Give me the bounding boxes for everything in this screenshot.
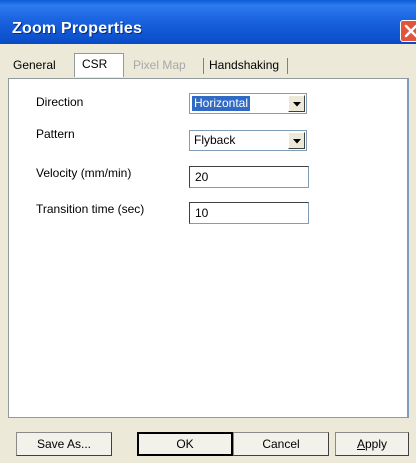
- save-as-button[interactable]: Save As...: [16, 432, 112, 456]
- ok-button[interactable]: OK: [137, 432, 233, 456]
- apply-label: pply: [365, 437, 388, 451]
- chevron-down-icon: [293, 139, 301, 144]
- transition-time-label: Transition time (sec): [36, 202, 145, 216]
- close-button[interactable]: [400, 20, 416, 42]
- zoom-properties-dialog: Zoom Properties General CSR Pixel Map Ha…: [0, 0, 416, 463]
- tab-handshaking-label: Handshaking: [209, 58, 280, 72]
- tab-general[interactable]: General: [8, 55, 78, 77]
- direction-label: Direction: [36, 95, 84, 109]
- tab-handshaking[interactable]: Handshaking: [204, 55, 288, 77]
- direction-select[interactable]: Horizontal: [189, 93, 307, 114]
- window-title: Zoom Properties: [12, 20, 143, 37]
- transition-time-input[interactable]: 10: [189, 202, 309, 224]
- pattern-dropdown-button[interactable]: [288, 132, 305, 149]
- direction-value: Horizontal: [192, 96, 251, 111]
- direction-dropdown-button[interactable]: [288, 95, 305, 112]
- velocity-input[interactable]: 20: [189, 166, 309, 188]
- apply-button[interactable]: Apply: [335, 432, 409, 456]
- tab-pixel-map-label: Pixel Map: [133, 58, 186, 72]
- apply-accelerator: A: [356, 437, 365, 451]
- tab-general-label: General: [13, 58, 56, 72]
- pattern-select[interactable]: Flyback: [189, 130, 307, 151]
- tab-csr[interactable]: CSR: [74, 53, 124, 77]
- tab-strip: General CSR Pixel Map Handshaking: [8, 53, 408, 79]
- cancel-button[interactable]: Cancel: [233, 432, 329, 456]
- chevron-down-icon: [293, 102, 301, 107]
- title-bar[interactable]: Zoom Properties: [0, 0, 416, 44]
- tab-separator: [287, 58, 288, 74]
- tab-csr-label: CSR: [82, 57, 108, 71]
- pattern-value: Flyback: [194, 133, 236, 147]
- velocity-label: Velocity (mm/min): [36, 166, 132, 180]
- tab-pixel-map[interactable]: Pixel Map: [128, 55, 204, 77]
- pattern-label: Pattern: [36, 127, 75, 141]
- close-icon: [404, 24, 416, 38]
